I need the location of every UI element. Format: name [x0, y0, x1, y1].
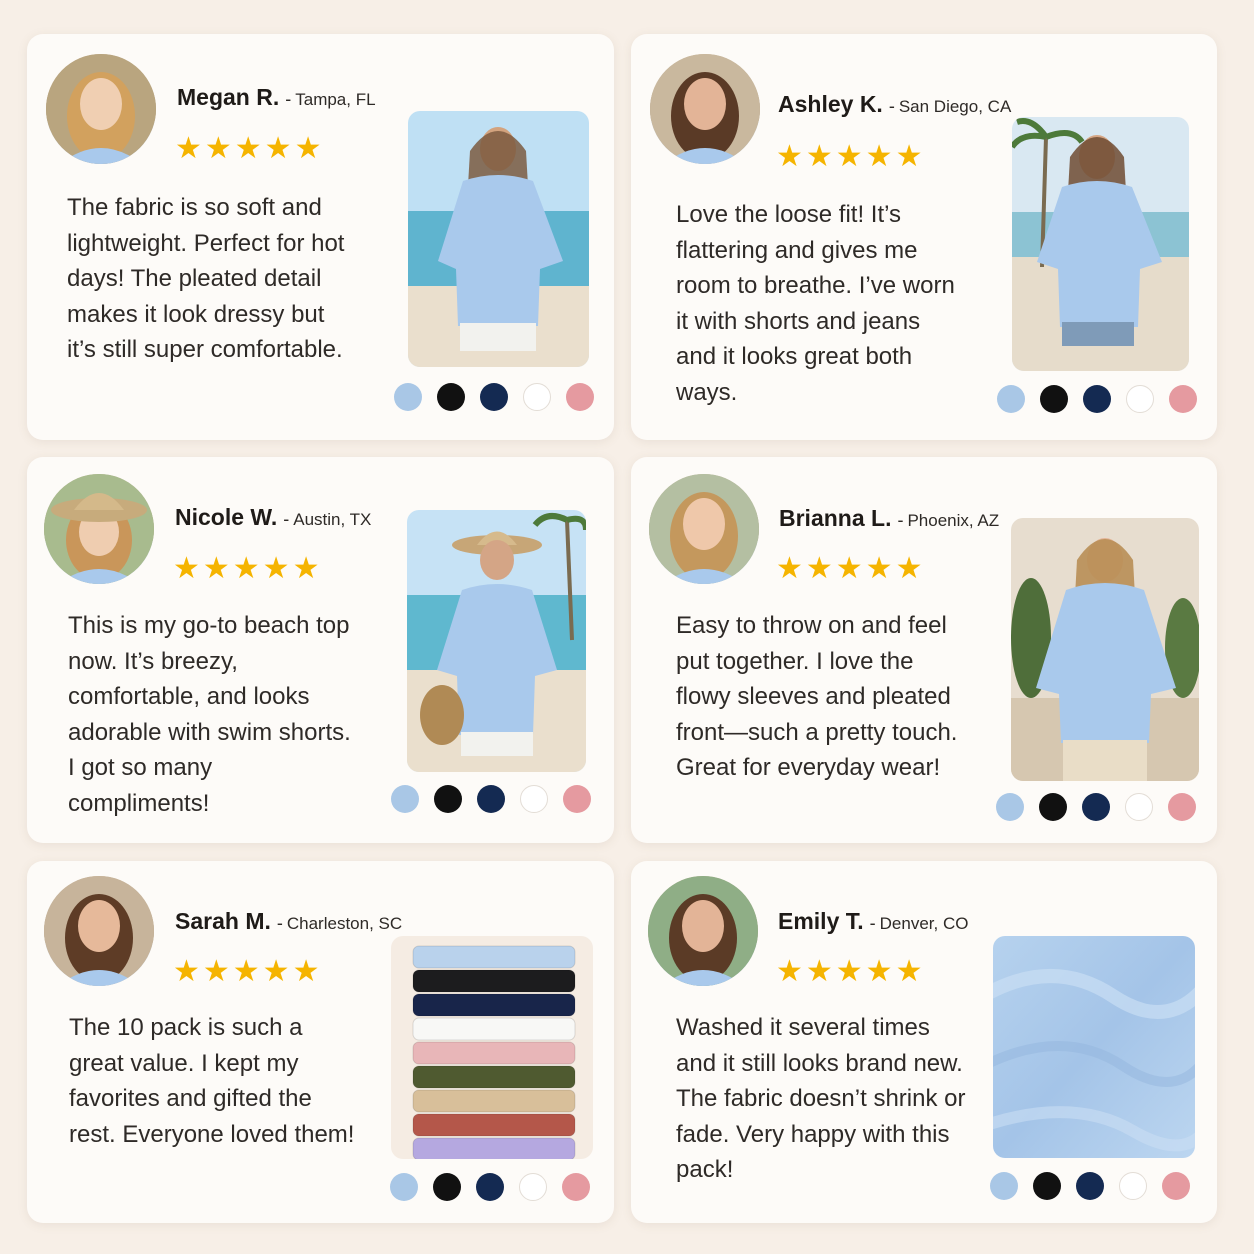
swatch-light-blue[interactable] [394, 383, 422, 411]
swatch-navy[interactable] [1082, 793, 1110, 821]
swatch-navy[interactable] [480, 383, 508, 411]
review-text: This is my go-to beach top now. It’s bre… [68, 612, 351, 817]
reviewer-heading: Ashley K. - San Diego, CA [778, 91, 1011, 118]
star-rating: ★★★★★ [776, 552, 926, 585]
review-text: The 10 pack is such a great value. I kep… [69, 1014, 355, 1148]
review-text: Love the loose fit! It’s flattering and … [676, 201, 955, 406]
color-swatches [390, 1173, 590, 1201]
reviewer-location: Denver, CO [879, 914, 969, 933]
reviewer-location: Tampa, FL [295, 90, 376, 109]
folded-shirt [412, 1089, 576, 1113]
folded-shirt [412, 945, 576, 969]
swatch-white[interactable] [1119, 1172, 1147, 1200]
color-swatches [391, 785, 591, 813]
star-rating: ★★★★★ [173, 552, 323, 585]
swatch-pink[interactable] [1168, 793, 1196, 821]
folded-shirt [412, 1017, 576, 1041]
name-separator: - [888, 96, 895, 116]
swatch-pink[interactable] [562, 1173, 590, 1201]
reviewer-name: Emily T. [778, 908, 864, 934]
folded-shirts-stack-photo [391, 936, 593, 1159]
reviewer-heading: Megan R. - Tampa, FL [177, 84, 376, 111]
swatch-white[interactable] [1126, 385, 1154, 413]
review-text: The fabric is so soft and lightweight. P… [67, 194, 345, 363]
name-separator: - [897, 510, 904, 530]
star-rating: ★★★★★ [776, 140, 926, 173]
swatch-pink[interactable] [563, 785, 591, 813]
reviewer-location: San Diego, CA [898, 97, 1012, 116]
swatch-light-blue[interactable] [390, 1173, 418, 1201]
reviewer-location: Phoenix, AZ [907, 511, 1000, 530]
swatch-navy[interactable] [1083, 385, 1111, 413]
reviewer-heading: Emily T. - Denver, CO [778, 908, 968, 935]
folded-shirt [412, 1041, 576, 1065]
reviewer-avatar [44, 876, 154, 986]
color-swatches [990, 1172, 1190, 1200]
swatch-white[interactable] [519, 1173, 547, 1201]
reviewer-name: Megan R. [177, 84, 280, 110]
review-card: Ashley K. - San Diego, CA ★★★★★ Love the l… [631, 34, 1217, 440]
fabric-closeup-photo [993, 936, 1195, 1158]
swatch-black[interactable] [1040, 385, 1068, 413]
swatch-black[interactable] [437, 383, 465, 411]
reviewer-location: Charleston, SC [286, 914, 403, 933]
folded-shirt [412, 1137, 576, 1159]
name-separator: - [869, 913, 876, 933]
review-card: Sarah M. - Charleston, SC ★★★★★ The 10 pac… [27, 861, 614, 1223]
swatch-light-blue[interactable] [391, 785, 419, 813]
folded-shirt [412, 969, 576, 993]
color-swatches [394, 383, 594, 411]
swatch-pink[interactable] [1169, 385, 1197, 413]
swatch-black[interactable] [1039, 793, 1067, 821]
swatch-navy[interactable] [1076, 1172, 1104, 1200]
reviewer-heading: Brianna L. - Phoenix, AZ [779, 505, 999, 532]
name-separator: - [276, 913, 283, 933]
reviewer-avatar [650, 54, 760, 164]
reviewer-avatar [46, 54, 156, 164]
reviewer-avatar [649, 474, 759, 584]
review-card: Nicole W. - Austin, TX ★★★★★ This is my go… [27, 457, 614, 843]
folded-shirt [412, 1113, 576, 1137]
swatch-light-blue[interactable] [997, 385, 1025, 413]
review-card: Emily T. - Denver, CO ★★★★★ Washed it seve… [631, 861, 1217, 1223]
swatch-pink[interactable] [1162, 1172, 1190, 1200]
name-separator: - [283, 509, 290, 529]
swatch-white[interactable] [1125, 793, 1153, 821]
swatch-white[interactable] [523, 383, 551, 411]
reviewer-heading: Nicole W. - Austin, TX [175, 504, 371, 531]
folded-shirt [412, 993, 576, 1017]
review-card: Megan R. - Tampa, FL ★★★★★ The fabric is s… [27, 34, 614, 440]
reviewer-avatar [44, 474, 154, 584]
reviewer-name: Sarah M. [175, 908, 271, 934]
model-beach-shirt-photo [408, 111, 589, 367]
swatch-pink[interactable] [566, 383, 594, 411]
reviewer-name: Ashley K. [778, 91, 883, 117]
reviewer-name: Nicole W. [175, 504, 278, 530]
reviewer-avatar [648, 876, 758, 986]
color-swatches [997, 385, 1197, 413]
swatch-black[interactable] [434, 785, 462, 813]
review-text: Easy to throw on and feel put together. … [676, 612, 958, 781]
review-card: Brianna L. - Phoenix, AZ ★★★★★ Easy to thr… [631, 457, 1217, 843]
model-hat-beach-photo [407, 510, 586, 772]
star-rating: ★★★★★ [776, 955, 926, 988]
star-rating: ★★★★★ [173, 955, 323, 988]
reviewer-name: Brianna L. [779, 505, 892, 531]
model-palm-beach-photo [1012, 117, 1189, 371]
review-text: Washed it several times and it still loo… [676, 1014, 966, 1183]
swatch-navy[interactable] [476, 1173, 504, 1201]
reviewer-location: Austin, TX [293, 510, 372, 529]
folded-shirt [412, 1065, 576, 1089]
swatch-black[interactable] [433, 1173, 461, 1201]
swatch-white[interactable] [520, 785, 548, 813]
star-rating: ★★★★★ [175, 132, 325, 165]
swatch-light-blue[interactable] [990, 1172, 1018, 1200]
color-swatches [996, 793, 1196, 821]
name-separator: - [285, 89, 292, 109]
swatch-navy[interactable] [477, 785, 505, 813]
model-patio-photo [1011, 518, 1199, 781]
swatch-light-blue[interactable] [996, 793, 1024, 821]
swatch-black[interactable] [1033, 1172, 1061, 1200]
reviewer-heading: Sarah M. - Charleston, SC [175, 908, 402, 935]
